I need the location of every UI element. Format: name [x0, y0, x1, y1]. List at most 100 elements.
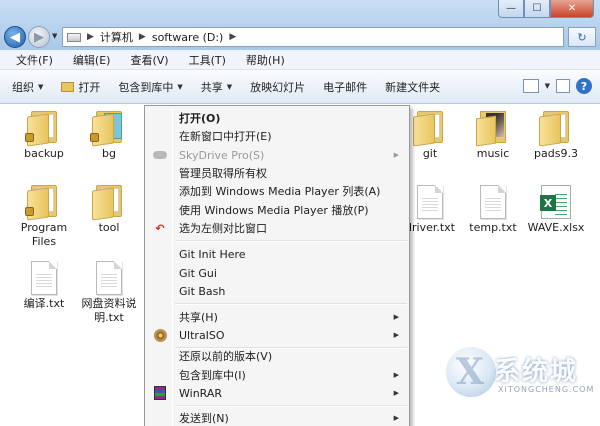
chevron-down-icon: ▼: [38, 82, 44, 91]
menu-help[interactable]: 帮助(H): [236, 52, 295, 68]
menu-item-add-to-wmp-list[interactable]: 添加到 Windows Media Player 列表(A): [147, 182, 407, 200]
menu-item-play-with-wmp[interactable]: 使用 Windows Media Player 播放(P): [147, 201, 407, 219]
close-button[interactable]: ✕: [550, 0, 594, 18]
file-name: backup: [24, 147, 64, 160]
menu-item-git-bash[interactable]: Git Bash: [147, 282, 407, 300]
file-name: driver.txt: [405, 221, 455, 234]
file-item[interactable]: 网盘资料说明.txt: [78, 261, 140, 325]
folder-icon: [92, 183, 126, 221]
file-item[interactable]: 编译.txt: [13, 261, 75, 311]
slideshow-button[interactable]: 放映幻灯片: [250, 79, 305, 95]
folder-icon: [539, 109, 573, 147]
submenu-arrow-icon: ▶: [393, 331, 399, 339]
menu-item-label: WinRAR: [179, 386, 223, 400]
file-name: music: [476, 147, 510, 160]
menu-item-git-gui[interactable]: Git Gui: [147, 264, 407, 282]
menu-item-select-left-compare[interactable]: ↶ 选为左侧对比窗口: [147, 219, 407, 237]
file-name: tool: [98, 221, 120, 234]
file-item[interactable]: backup: [13, 109, 75, 161]
share-button[interactable]: 共享 ▼: [201, 79, 232, 95]
file-item[interactable]: Program Files: [13, 183, 75, 249]
address-bar[interactable]: ▶ 计算机 ▶ software (D:) ▶: [62, 27, 564, 47]
slideshow-label: 放映幻灯片: [250, 80, 306, 94]
file-item[interactable]: bg: [78, 109, 140, 161]
breadcrumb-separator-icon[interactable]: ▶: [87, 32, 94, 42]
winrar-books-icon: [153, 386, 167, 400]
refresh-button[interactable]: ↻: [568, 27, 596, 47]
include-in-library-label: 包含到库中: [118, 80, 174, 94]
menu-tools[interactable]: 工具(T): [179, 52, 236, 68]
title-bar: — ☐ ✕ ◀ ▶ ▼ ▶ 计算机 ▶ software (D:) ▶ ↻: [0, 0, 600, 50]
organize-button[interactable]: 组织 ▼: [12, 79, 43, 95]
breadcrumb-separator-icon[interactable]: ▶: [229, 32, 236, 42]
menu-item-git-init[interactable]: Git Init Here: [147, 245, 407, 263]
include-in-library-button[interactable]: 包含到库中 ▼: [118, 79, 182, 95]
menu-item-label: 添加到 Windows Media Player 列表(A): [179, 185, 381, 198]
folder-open-icon: [61, 81, 75, 92]
chevron-down-icon[interactable]: ▼: [545, 82, 550, 90]
maximize-button[interactable]: ☐: [524, 0, 550, 18]
file-item[interactable]: tool: [78, 183, 140, 235]
menu-item-winrar[interactable]: WinRAR ▶: [147, 384, 407, 402]
share-label: 共享: [200, 80, 223, 94]
open-button[interactable]: 打开: [61, 79, 100, 95]
file-item[interactable]: music: [462, 109, 524, 161]
submenu-arrow-icon: ▶: [393, 371, 399, 379]
breadcrumb-drive[interactable]: software (D:): [152, 31, 224, 44]
file-item[interactable]: X WAVE.xlsx: [525, 185, 587, 235]
submenu-arrow-icon: ▶: [393, 151, 399, 159]
new-folder-button[interactable]: 新建文件夹: [385, 79, 440, 95]
locked-folder-icon: [25, 183, 61, 221]
menu-item-label: 共享(H): [179, 311, 218, 324]
file-name: 网盘资料说明.txt: [81, 297, 137, 324]
text-file-icon: [417, 185, 443, 219]
breadcrumb-separator-icon[interactable]: ▶: [139, 32, 146, 42]
menu-item-label: 选为左侧对比窗口: [179, 222, 267, 235]
recent-pages-dropdown-icon[interactable]: ▼: [52, 32, 57, 40]
folder-icon: [90, 109, 126, 147]
menu-item-label: 在新窗口中打开(E): [179, 130, 272, 143]
menu-edit[interactable]: 编辑(E): [63, 52, 121, 68]
menu-file[interactable]: 文件(F): [6, 52, 63, 68]
preview-pane-icon[interactable]: [556, 79, 570, 93]
file-name: temp.txt: [469, 221, 517, 234]
menu-item-send-to[interactable]: 发送到(N) ▶: [147, 409, 407, 426]
menu-item-include-in-library[interactable]: 包含到库中(I) ▶: [147, 366, 407, 384]
breadcrumb-computer[interactable]: 计算机: [100, 29, 133, 45]
ultraiso-disc-icon: [153, 328, 167, 342]
menu-view[interactable]: 查看(V): [120, 52, 178, 68]
menu-separator: [175, 405, 407, 407]
menu-item-restore-previous[interactable]: 还原以前的版本(V): [147, 347, 407, 365]
menu-item-label: Git Gui: [179, 266, 217, 280]
menu-item-skydrive[interactable]: SkyDrive Pro(S) ▶: [147, 146, 407, 164]
menu-item-label: 发送到(N): [179, 412, 229, 425]
watermark-logo: 系统城 XITONGCHENG.COM: [446, 345, 600, 405]
minimize-button[interactable]: —: [498, 0, 524, 18]
file-name: WAVE.xlsx: [527, 221, 585, 234]
locked-folder-icon: [25, 109, 61, 147]
email-label: 电子邮件: [323, 80, 368, 94]
window-controls: — ☐ ✕: [498, 0, 594, 20]
file-item[interactable]: temp.txt: [462, 185, 524, 235]
text-file-icon: [31, 261, 57, 295]
menu-item-ultraiso[interactable]: UltraISO ▶: [147, 326, 407, 344]
back-arrow-icon[interactable]: ◀: [4, 26, 26, 48]
text-file-icon: [480, 185, 506, 219]
menu-item-open[interactable]: 打开(O): [147, 109, 407, 127]
submenu-arrow-icon: ▶: [393, 313, 399, 321]
menu-item-label: 还原以前的版本(V): [179, 350, 273, 363]
menu-item-open-new-window[interactable]: 在新窗口中打开(E): [147, 127, 407, 145]
menu-item-share[interactable]: 共享(H) ▶: [147, 308, 407, 326]
forward-arrow-icon[interactable]: ▶: [28, 26, 50, 48]
new-folder-label: 新建文件夹: [385, 80, 441, 94]
command-bar: 组织 ▼ 打开 包含到库中 ▼ 共享 ▼ 放映幻灯片 电子邮件 新建文件夹 ▼ …: [0, 70, 600, 104]
menu-separator: [175, 240, 407, 242]
drive-icon: [67, 32, 81, 42]
menu-item-label: SkyDrive Pro(S): [179, 148, 265, 162]
change-view-icon[interactable]: [522, 79, 539, 93]
menu-item-take-ownership[interactable]: 管理员取得所有权: [147, 164, 407, 182]
menu-item-label: Git Init Here: [179, 247, 246, 261]
help-icon[interactable]: ?: [576, 78, 592, 94]
file-item[interactable]: pads9.3: [525, 109, 587, 161]
email-button[interactable]: 电子邮件: [323, 79, 367, 95]
